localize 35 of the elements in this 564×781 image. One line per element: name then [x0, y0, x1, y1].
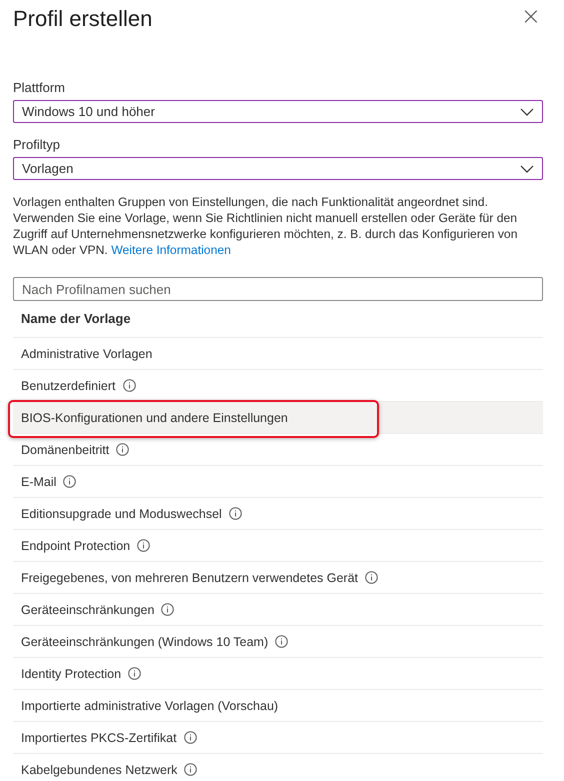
chevron-down-icon — [520, 164, 534, 172]
template-row[interactable]: E-Mail — [13, 466, 543, 498]
info-icon — [365, 571, 378, 584]
template-row[interactable]: Endpoint Protection — [13, 530, 543, 562]
info-icon — [161, 603, 174, 616]
template-row[interactable]: Geräteeinschränkungen — [13, 594, 543, 626]
info-icon — [116, 443, 130, 456]
info-icon — [275, 635, 288, 648]
description-text: Vorlagen enthalten Gruppen von Einstellungen, die nach Funktionalität angeordnet sind. Verwenden Sie eine Vorlage, wenn Sie Richtlinien nicht manuell erstellen oder Geräte für den Zugriff auf Unternehmensnetzwerke konfigurieren möchten, z. B. durch das Konfigurieren von WLAN oder VPN. Weitere Informationen — [13, 194, 518, 258]
template-row[interactable]: Editionsupgrade und Moduswechsel — [13, 498, 543, 530]
template-row[interactable]: Kabelgebundenes Netzwerk — [13, 754, 543, 781]
field-label: Plattform — [13, 80, 66, 96]
info-icon — [128, 667, 142, 680]
info-icon — [184, 763, 198, 776]
chevron-down-icon — [520, 108, 534, 116]
template-row[interactable]: Administrative Vorlagen — [13, 338, 543, 370]
more-info-link[interactable]: Weitere Informationen — [111, 243, 231, 257]
template-row[interactable]: Importierte administrative Vorlagen (Vorschau) — [13, 690, 543, 722]
panel-title: Profil erstellen — [13, 6, 152, 32]
close-button[interactable]: × — [518, 2, 543, 30]
info-icon — [137, 539, 150, 552]
field-label: Profiltyp — [13, 137, 61, 153]
dropdown-field[interactable]: Vorlagen — [13, 157, 543, 180]
info-icon — [63, 475, 76, 488]
info-icon — [184, 731, 197, 744]
template-row[interactable]: Importiertes PKCS-Zertifikat — [13, 722, 543, 754]
template-row[interactable]: Identity Protection — [13, 658, 543, 690]
template-row[interactable]: Freigegebenes, von mehreren Benutzern verwendetes Gerät — [13, 562, 543, 594]
column-header: Name der Vorlage — [13, 301, 543, 338]
info-icon — [122, 379, 136, 392]
template-row[interactable]: Geräteeinschränkungen (Windows 10 Team) — [13, 626, 543, 658]
dropdown-field[interactable]: Windows 10 und höher — [13, 100, 543, 123]
template-row[interactable]: Domänenbeitritt — [13, 434, 543, 466]
search-field[interactable]: Nach Profilnamen suchen — [13, 277, 543, 301]
info-icon — [228, 507, 242, 520]
